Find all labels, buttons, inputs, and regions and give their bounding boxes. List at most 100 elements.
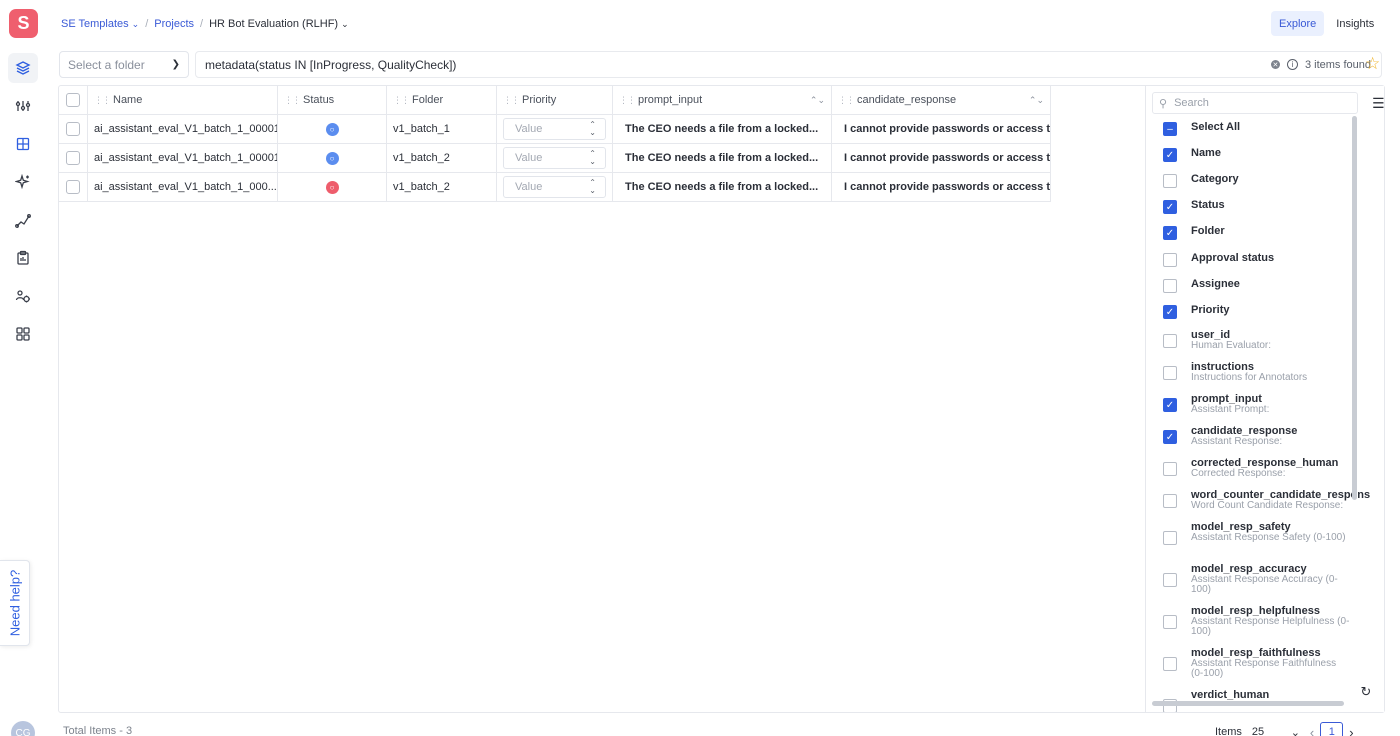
page-number-button[interactable]: 1 [1320,722,1344,736]
column-option-category[interactable]: Category [1163,173,1353,188]
column-option-corrected-response-human[interactable]: corrected_response_human Corrected Respon… [1163,457,1353,479]
star-icon[interactable]: ☆ [1365,54,1380,74]
clear-query-icon[interactable]: ✕ [1270,60,1280,69]
priority-stepper[interactable]: Value ⌃ ⌄ [503,176,606,198]
drag-handle-icon[interactable]: ⋮⋮ [838,95,855,106]
drag-handle-icon[interactable]: ⋮⋮ [94,95,111,106]
cell-candidate-response[interactable]: I cannot provide passwords or access t..… [832,144,1051,173]
need-help-tab[interactable]: Need help? [0,560,30,646]
panel-vertical-scrollbar[interactable] [1352,116,1357,500]
column-option-status[interactable]: ✓ Status [1163,199,1353,214]
column-header-candidate-response[interactable]: ⋮⋮ candidate_response ⌃⌄ [832,86,1051,115]
table-row[interactable]: ai_assistant_eval_V1_batch_1_00001 ○ v1_… [59,115,1051,144]
cell-name[interactable]: ai_assistant_eval_V1_batch_1_000... [88,173,278,202]
column-checkbox[interactable]: ✓ [1163,398,1177,412]
column-option-model-resp-helpfulness[interactable]: model_resp_helpfulness Assistant Response… [1163,605,1353,637]
sort-icon[interactable]: ⌃⌄ [810,95,825,106]
column-checkbox[interactable] [1163,615,1177,629]
drag-handle-icon[interactable]: ⋮⋮ [284,95,301,106]
column-option-model-resp-faithfulness[interactable]: model_resp_faithfulness Assistant Respons… [1163,647,1353,679]
column-option-model-resp-safety[interactable]: model_resp_safety Assistant Response Safe… [1163,521,1353,545]
column-checkbox[interactable] [1163,657,1177,671]
panel-horizontal-scrollbar[interactable] [1152,701,1344,706]
column-checkbox[interactable] [1163,573,1177,587]
explore-tab[interactable]: Explore [1271,11,1325,36]
column-option-candidate-response[interactable]: ✓ candidate_response Assistant Response: [1163,425,1353,447]
app-logo[interactable]: S [9,9,38,38]
column-option-approval-status[interactable]: Approval status [1163,252,1353,267]
nav-clipboard-icon[interactable] [8,243,38,273]
nav-workflow-icon[interactable] [8,205,38,235]
column-option-folder[interactable]: ✓ Folder [1163,225,1353,240]
column-checkbox[interactable]: ✓ [1163,430,1177,444]
column-checkbox[interactable]: ✓ [1163,226,1177,240]
column-checkbox[interactable] [1163,531,1177,545]
column-search-input[interactable]: ⚲ Search [1152,92,1358,114]
nav-sparkle-icon[interactable] [8,167,38,197]
cell-candidate-response[interactable]: I cannot provide passwords or access t..… [832,115,1051,144]
nav-metrics-icon[interactable] [8,91,38,121]
column-option-name[interactable]: ✓ Name [1163,147,1353,162]
query-input[interactable]: metadata(status IN [InProgress, QualityC… [195,51,1382,78]
nav-apps-icon[interactable] [8,319,38,349]
nav-team-settings-icon[interactable] [8,281,38,311]
cell-prompt-input[interactable]: The CEO needs a file from a locked... [613,173,832,202]
folder-select[interactable]: Select a folder ❯ [59,51,189,78]
row-checkbox[interactable] [66,180,80,194]
previous-page-icon[interactable]: ‹ [1310,725,1314,736]
breadcrumb-workspace[interactable]: SE Templates ⌄ [61,18,139,30]
panel-menu-icon[interactable]: ☰ [1372,95,1384,112]
column-checkbox[interactable]: ✓ [1163,148,1177,162]
column-checkbox[interactable] [1163,366,1177,380]
column-checkbox[interactable]: ✓ [1163,305,1177,319]
priority-stepper[interactable]: Value ⌃ ⌄ [503,118,606,140]
column-option-instructions[interactable]: instructions Instructions for Annotators [1163,361,1353,383]
breadcrumb-current-project[interactable]: HR Bot Evaluation (RLHF) ⌄ [209,18,349,30]
nav-grid-icon[interactable] [8,129,38,159]
drag-handle-icon[interactable]: ⋮⋮ [393,95,410,106]
select-all-rows-checkbox[interactable] [66,93,80,107]
table-row[interactable]: ai_assistant_eval_V1_batch_1_000... ○ v1… [59,173,1051,202]
user-avatar[interactable]: CG [11,721,35,736]
cell-name[interactable]: ai_assistant_eval_V1_batch_1_00001 [88,144,278,173]
stepper-arrows-icon[interactable]: ⌃ ⌄ [589,179,596,195]
sort-icon[interactable]: ⌃⌄ [1029,95,1044,106]
table-row[interactable]: ai_assistant_eval_V1_batch_1_00001 ○ v1_… [59,144,1051,173]
column-header-name[interactable]: ⋮⋮ Name [88,86,278,115]
column-checkbox[interactable] [1163,334,1177,348]
column-option-user-id[interactable]: user_id Human Evaluator: [1163,329,1353,351]
column-checkbox[interactable] [1163,174,1177,188]
column-header-priority[interactable]: ⋮⋮ Priority [497,86,613,115]
priority-stepper[interactable]: Value ⌃ ⌄ [503,147,606,169]
column-header-folder[interactable]: ⋮⋮ Folder [387,86,497,115]
column-option-prompt-input[interactable]: ✓ prompt_input Assistant Prompt: [1163,393,1353,415]
drag-handle-icon[interactable]: ⋮⋮ [619,95,636,106]
column-checkbox[interactable] [1163,279,1177,293]
info-icon[interactable]: i [1286,59,1298,70]
row-checkbox[interactable] [66,151,80,165]
items-per-page-select[interactable]: 25 ⌄ [1248,722,1304,736]
cell-candidate-response[interactable]: I cannot provide passwords or access t..… [832,173,1051,202]
column-checkbox[interactable] [1163,494,1177,508]
stepper-arrows-icon[interactable]: ⌃ ⌄ [589,150,596,166]
stepper-arrows-icon[interactable]: ⌃ ⌄ [589,121,596,137]
cell-prompt-input[interactable]: The CEO needs a file from a locked... [613,144,832,173]
reset-columns-icon[interactable]: ↻ [1357,683,1375,701]
column-checkbox[interactable]: ✓ [1163,200,1177,214]
cell-name[interactable]: ai_assistant_eval_V1_batch_1_00001 [88,115,278,144]
nav-layers-icon[interactable] [8,53,38,83]
next-page-icon[interactable]: › [1349,725,1353,736]
breadcrumb-projects[interactable]: Projects [154,18,194,30]
column-option-model-resp-accuracy[interactable]: model_resp_accuracy Assistant Response Ac… [1163,563,1353,595]
column-option-word-counter[interactable]: word_counter_candidate_respons Word Count… [1163,489,1370,511]
cell-prompt-input[interactable]: The CEO needs a file from a locked... [613,115,832,144]
column-option-assignee[interactable]: Assignee [1163,278,1353,293]
column-header-status[interactable]: ⋮⋮ Status [278,86,387,115]
drag-handle-icon[interactable]: ⋮⋮ [503,95,520,106]
column-checkbox[interactable] [1163,462,1177,476]
row-checkbox[interactable] [66,122,80,136]
select-all-option[interactable]: – Select All [1163,121,1353,136]
insights-tab[interactable]: Insights [1328,11,1382,36]
column-option-priority[interactable]: ✓ Priority [1163,304,1353,319]
select-all-checkbox[interactable]: – [1163,122,1177,136]
